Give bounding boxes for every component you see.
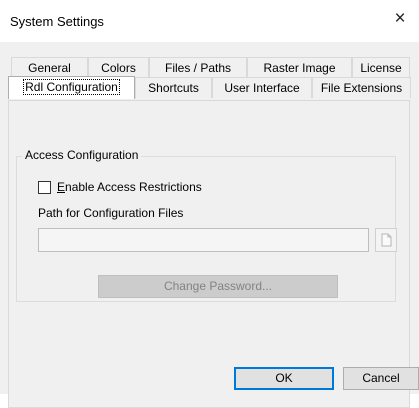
path-label: Path for Configuration Files [38, 206, 184, 220]
tab-rdl-configuration[interactable]: Rdl Configuration [8, 76, 135, 99]
tab-raster-image[interactable]: Raster Image [247, 57, 352, 78]
tab-files-paths[interactable]: Files / Paths [149, 57, 247, 78]
tab-label: Colors [101, 61, 136, 75]
tab-label: File Extensions [320, 81, 403, 95]
tab-label: User Interface [224, 81, 300, 95]
close-icon: × [394, 8, 406, 29]
tab-general[interactable]: General [11, 57, 88, 78]
group-legend: Access Configuration [22, 148, 142, 162]
tab-shortcuts[interactable]: Shortcuts [135, 77, 212, 98]
tab-label: Files / Paths [164, 61, 232, 75]
file-icon [381, 233, 392, 247]
tab-license[interactable]: License [352, 57, 410, 78]
mnemonic-letter: E [57, 180, 66, 194]
tab-colors[interactable]: Colors [88, 57, 149, 78]
tab-label: General [28, 61, 71, 75]
title-bar: System Settings × [0, 0, 419, 42]
tab-label: Shortcuts [148, 81, 199, 95]
tab-label: Raster Image [263, 61, 336, 75]
ok-button[interactable]: OK [234, 367, 334, 390]
change-password-button[interactable]: Change Password... [98, 275, 338, 298]
enable-access-label[interactable]: Enable Access Restrictions [57, 180, 202, 194]
window-title: System Settings [10, 14, 104, 29]
config-path-input[interactable] [38, 228, 369, 252]
close-button[interactable]: × [391, 9, 409, 29]
browse-button[interactable] [375, 228, 397, 252]
tab-label: License [360, 61, 402, 75]
enable-access-checkbox[interactable] [38, 181, 51, 194]
tab-label: Rdl Configuration [23, 79, 120, 95]
tab-file-extensions[interactable]: File Extensions [312, 77, 411, 98]
cancel-button[interactable]: Cancel [343, 367, 419, 390]
tab-user-interface[interactable]: User Interface [212, 77, 312, 98]
label-text: nable Access Restrictions [65, 180, 202, 194]
